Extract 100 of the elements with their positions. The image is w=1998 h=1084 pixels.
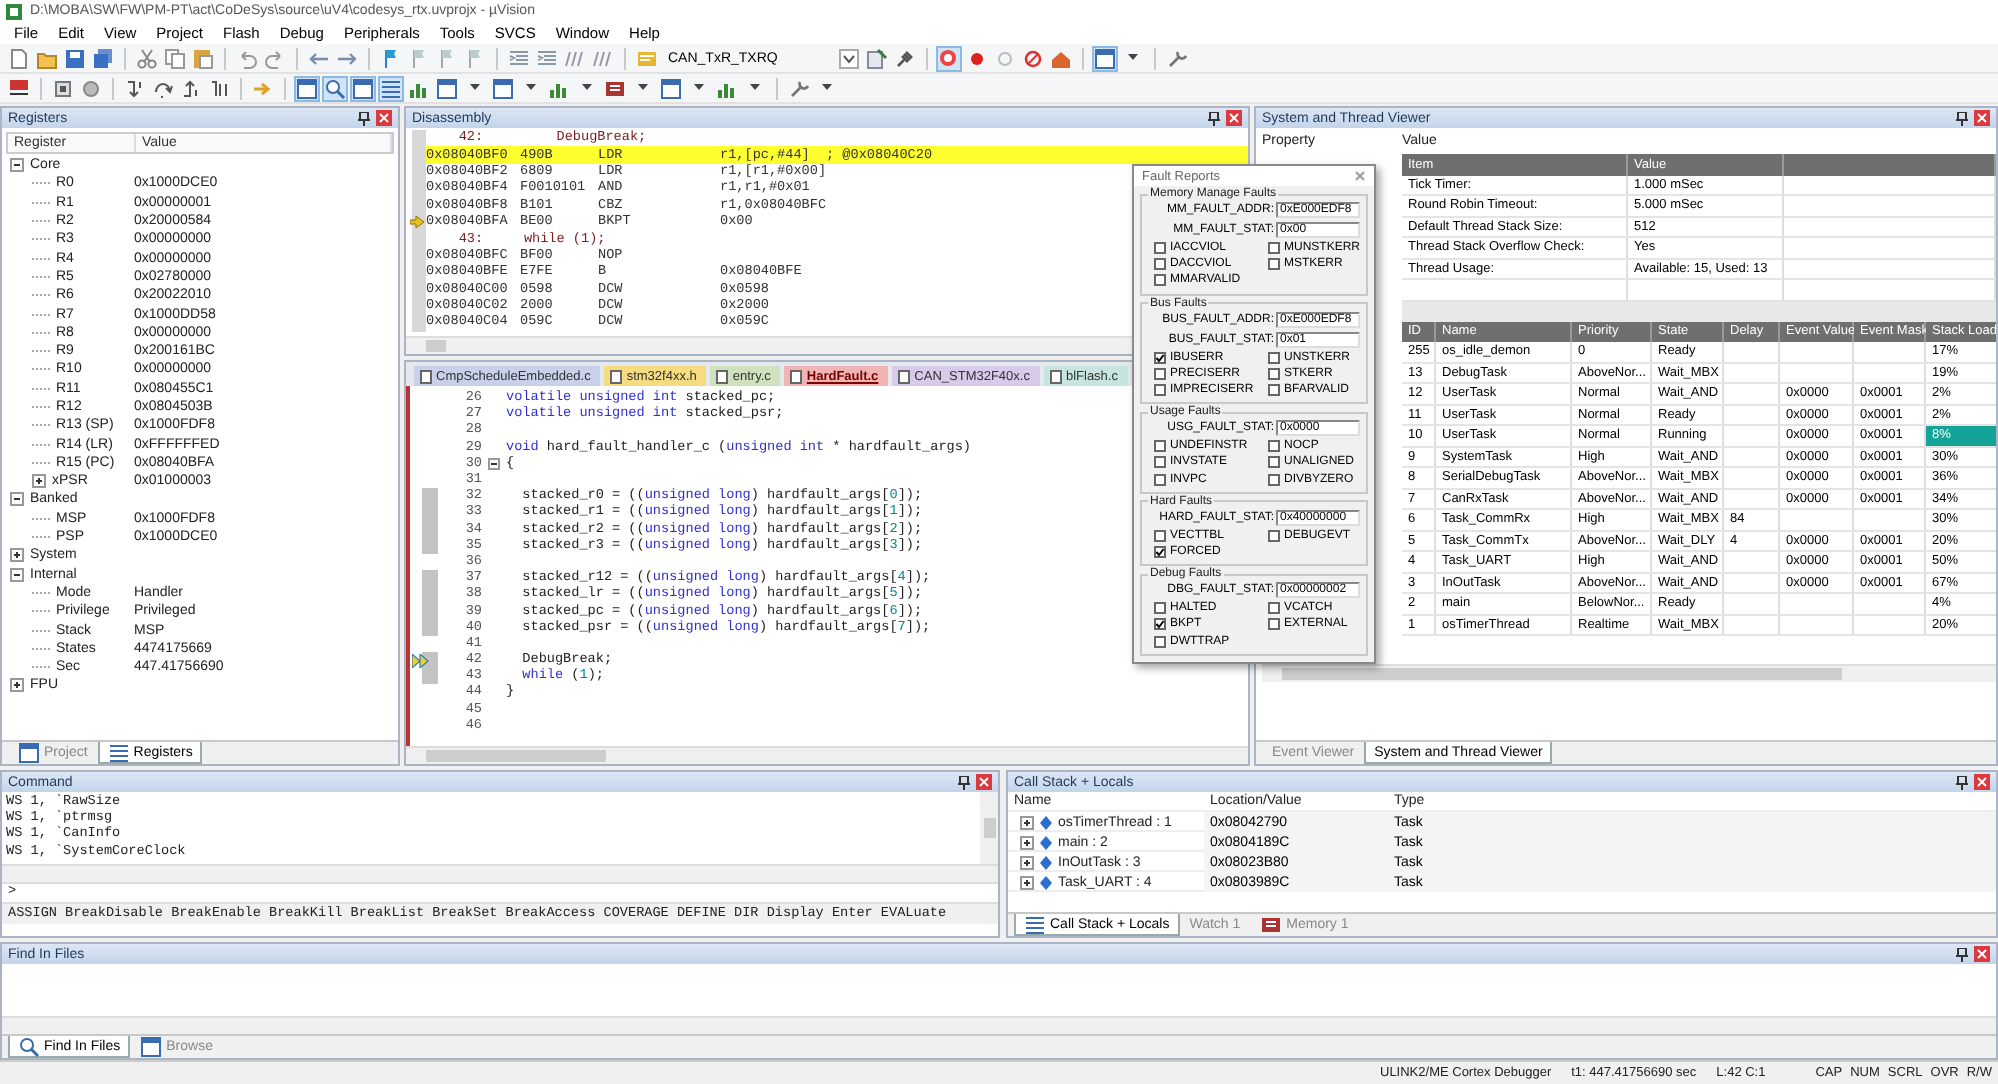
- scrollbar[interactable]: [1262, 664, 1996, 682]
- empty-cell: [1780, 594, 1854, 615]
- file-icon: [898, 369, 911, 383]
- window-icon[interactable]: [658, 75, 684, 101]
- checkbox[interactable]: [1154, 384, 1166, 397]
- checkbox[interactable]: [1154, 242, 1166, 255]
- cut-icon[interactable]: [134, 45, 160, 71]
- empty-cell: [1854, 510, 1926, 531]
- paste-icon[interactable]: [190, 45, 216, 71]
- load-icon[interactable]: [864, 45, 890, 71]
- checkbox[interactable]: [1268, 473, 1280, 486]
- checkbox[interactable]: [1268, 258, 1280, 271]
- empty-cell: [1724, 384, 1780, 405]
- chip-icon[interactable]: [50, 75, 76, 101]
- checkbox[interactable]: [1154, 367, 1166, 380]
- scrollbar[interactable]: [406, 746, 1248, 764]
- ring-icon[interactable]: [1020, 45, 1046, 71]
- memory-icon: [1260, 913, 1283, 935]
- checkbox[interactable]: [1154, 529, 1166, 542]
- expand-icon[interactable]: [10, 678, 24, 693]
- checkbox[interactable]: [1268, 384, 1280, 397]
- checkbox[interactable]: [1154, 351, 1166, 364]
- checkbox[interactable]: [1154, 545, 1166, 558]
- empty-cell: [1724, 426, 1780, 447]
- close-icon[interactable]: [1354, 170, 1366, 182]
- expand-icon[interactable]: [1020, 875, 1034, 889]
- empty-cell: [1724, 405, 1780, 426]
- collapse-icon[interactable]: [10, 492, 24, 507]
- scrollbar[interactable]: [2, 864, 998, 882]
- empty-cell: [1724, 552, 1780, 573]
- pin-icon[interactable]: [958, 775, 970, 789]
- empty-cell: [1724, 468, 1780, 489]
- pin-icon[interactable]: [358, 111, 370, 125]
- pin-icon[interactable]: [1956, 775, 1968, 789]
- expand-icon[interactable]: [1020, 855, 1034, 869]
- pin-icon[interactable]: [1208, 111, 1220, 125]
- list-icon: [1024, 913, 1046, 935]
- list-icon[interactable]: [378, 75, 404, 101]
- empty-cell: [1724, 594, 1780, 615]
- expand-icon[interactable]: [32, 474, 46, 489]
- checkbox[interactable]: [1268, 602, 1280, 615]
- checkbox[interactable]: [1154, 618, 1166, 631]
- file-icon: [716, 369, 729, 383]
- checkbox[interactable]: [1268, 351, 1280, 364]
- expand-icon[interactable]: [10, 548, 24, 563]
- empty-cell: [1724, 447, 1780, 468]
- collapse-icon[interactable]: [488, 457, 500, 470]
- collapse-icon[interactable]: [10, 158, 24, 173]
- gear-icon[interactable]: [78, 75, 104, 101]
- scrollbar[interactable]: [2, 1016, 1996, 1034]
- debug-icon[interactable]: [936, 45, 962, 71]
- empty-cell: [1724, 342, 1780, 363]
- save-all-icon[interactable]: [90, 45, 116, 71]
- dropdown-icon[interactable]: [836, 45, 862, 71]
- checkbox[interactable]: [1154, 456, 1166, 469]
- checkbox[interactable]: [1268, 456, 1280, 469]
- empty-cell: [1780, 615, 1854, 636]
- empty-cell: [1780, 510, 1854, 531]
- empty-cell: [1724, 363, 1780, 384]
- empty-cell: [1854, 342, 1926, 363]
- file-icon: [610, 369, 623, 383]
- checkbox[interactable]: [1268, 367, 1280, 380]
- list-icon: [107, 741, 130, 763]
- run-to-cursor-icon[interactable]: [206, 75, 232, 101]
- empty-cell: [1854, 363, 1926, 384]
- copy-icon[interactable]: [162, 45, 188, 71]
- checkbox[interactable]: [1268, 618, 1280, 631]
- checkbox[interactable]: [1268, 242, 1280, 255]
- window-icon[interactable]: [1092, 45, 1118, 71]
- checkbox[interactable]: [1154, 635, 1166, 648]
- empty-cell: [1780, 363, 1854, 384]
- empty-cell: [1854, 615, 1926, 636]
- save-icon[interactable]: [62, 45, 88, 71]
- search-icon[interactable]: [322, 75, 348, 101]
- checkbox[interactable]: [1268, 529, 1280, 542]
- checkbox[interactable]: [1154, 473, 1166, 486]
- collapse-icon[interactable]: [10, 567, 24, 582]
- checkbox[interactable]: [1154, 258, 1166, 271]
- checkbox[interactable]: [1268, 440, 1280, 453]
- file-icon: [420, 369, 432, 383]
- empty-cell: [1780, 342, 1854, 363]
- checkbox[interactable]: [1154, 440, 1166, 453]
- checkbox[interactable]: [1154, 602, 1166, 615]
- scrollbar[interactable]: [980, 792, 998, 864]
- expand-icon[interactable]: [1020, 835, 1034, 849]
- pin-icon[interactable]: [1956, 947, 1968, 961]
- window-icon[interactable]: [350, 75, 376, 101]
- empty-cell: [1724, 615, 1780, 636]
- window-icon[interactable]: [490, 75, 516, 101]
- file-icon: [790, 369, 803, 383]
- reset-icon[interactable]: [6, 75, 32, 101]
- checkbox[interactable]: [1154, 274, 1166, 287]
- empty-cell: [1724, 489, 1780, 510]
- empty-cell: [1724, 573, 1780, 594]
- pin-icon[interactable]: [1956, 111, 1968, 125]
- empty-cell: [1854, 594, 1926, 615]
- expand-icon[interactable]: [1020, 815, 1034, 829]
- window-icon[interactable]: [434, 75, 460, 101]
- window-icon[interactable]: [294, 75, 320, 101]
- plug-icon[interactable]: [892, 45, 918, 71]
